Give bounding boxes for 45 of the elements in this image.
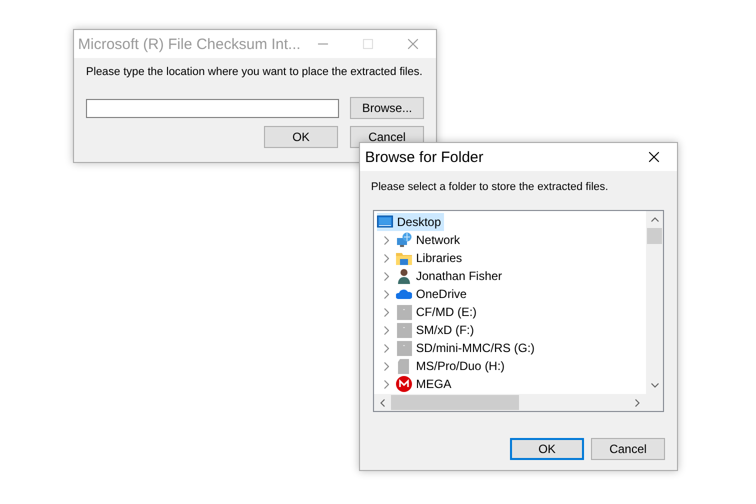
location-field[interactable] xyxy=(86,98,340,118)
folder-icon xyxy=(396,250,412,266)
scroll-thumb[interactable] xyxy=(647,228,662,244)
monitor-icon xyxy=(377,214,393,230)
tree-item[interactable]: MEGA xyxy=(396,375,454,393)
scroll-left-icon[interactable] xyxy=(380,398,385,406)
mega-icon xyxy=(396,376,412,392)
tree-item[interactable]: Network xyxy=(396,231,464,249)
tree-item[interactable]: Libraries xyxy=(396,249,466,267)
window-title: Browse for Folder xyxy=(365,148,484,166)
tree-item[interactable]: MS/Pro/Duo (H:) xyxy=(396,357,508,375)
prompt-text: Please type the location where you want to place the extracted files. xyxy=(86,66,424,78)
caret-icon[interactable] xyxy=(384,290,388,298)
caret-icon[interactable] xyxy=(384,308,388,316)
scroll-right-icon[interactable] xyxy=(635,398,640,406)
scroll-down-icon[interactable] xyxy=(650,383,658,388)
caret-icon[interactable] xyxy=(384,326,388,334)
tree-item[interactable]: CF/MD (E:) xyxy=(396,303,480,321)
user-icon xyxy=(396,268,412,284)
window-title: Microsoft (R) File Checksum Int... xyxy=(78,36,301,52)
tree-item[interactable]: SD/mini-MMC/RS (G:) xyxy=(396,339,538,357)
drive-icon xyxy=(396,304,412,320)
network-icon xyxy=(396,232,412,248)
tree-item[interactable]: Desktop xyxy=(377,213,444,231)
drive-icon xyxy=(396,340,412,356)
caret-icon[interactable] xyxy=(384,272,388,280)
cancel-button[interactable]: Cancel xyxy=(591,438,665,460)
tree-item[interactable]: OneDrive xyxy=(396,285,470,303)
caret-icon[interactable] xyxy=(384,344,388,352)
caret-icon[interactable] xyxy=(384,254,388,262)
scroll-thumb[interactable] xyxy=(391,395,519,410)
ok-button[interactable]: OK xyxy=(264,126,338,148)
ok-button[interactable]: OK xyxy=(510,438,584,460)
tree-item[interactable]: Jonathan Fisher xyxy=(396,267,506,285)
tree-item[interactable]: SM/xD (F:) xyxy=(396,321,477,339)
prompt-text: Please select a folder to store the extracted files. xyxy=(371,181,610,193)
caret-icon[interactable] xyxy=(384,236,388,244)
horizontal-scrollbar[interactable] xyxy=(374,394,646,411)
browse-button[interactable]: Browse... xyxy=(350,97,424,119)
drive-icon xyxy=(396,322,412,338)
scroll-up-icon[interactable] xyxy=(650,217,658,222)
memory-card-icon xyxy=(396,358,412,374)
caret-icon[interactable] xyxy=(384,380,388,388)
vertical-scrollbar[interactable] xyxy=(646,211,663,394)
caret-icon[interactable] xyxy=(384,362,388,370)
